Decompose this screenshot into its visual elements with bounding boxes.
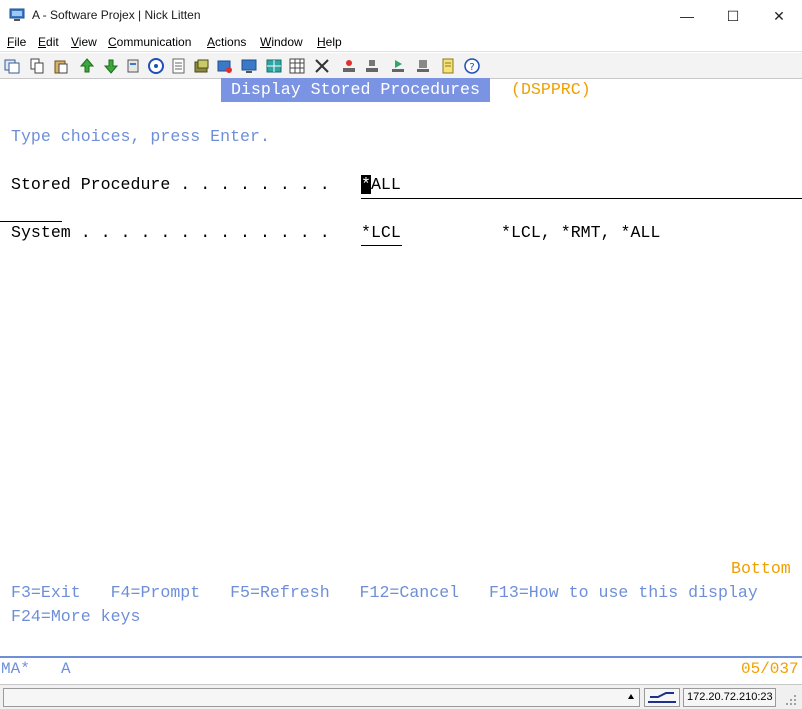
menu-window[interactable]: Window bbox=[260, 35, 303, 49]
menu-edit[interactable]: Edit bbox=[38, 35, 59, 49]
stop-icon[interactable] bbox=[314, 58, 330, 74]
window-title-bar: A - Software Projex | Nick Litten — ☐ ✕ bbox=[0, 0, 802, 32]
menu-view[interactable]: View bbox=[71, 35, 97, 49]
text-cursor: * bbox=[361, 175, 371, 194]
stored-procedure-underline bbox=[361, 198, 802, 199]
record-icon[interactable] bbox=[217, 58, 233, 74]
stored-procedure-continuation-underline bbox=[0, 221, 62, 222]
terminal-screen[interactable]: Display Stored Procedures (DSPPRC) Type … bbox=[0, 78, 802, 656]
info-icon[interactable]: ? bbox=[464, 58, 480, 74]
more-indicator: Bottom bbox=[731, 559, 791, 578]
close-icon: ✕ bbox=[773, 7, 785, 24]
menu-help[interactable]: Help bbox=[317, 35, 342, 49]
minimize-icon: — bbox=[680, 8, 694, 24]
macro-icon[interactable] bbox=[194, 58, 210, 74]
copy-screen-icon[interactable] bbox=[4, 58, 20, 74]
help-circle-icon[interactable] bbox=[148, 58, 164, 74]
display-icon[interactable] bbox=[241, 58, 257, 74]
step-icon[interactable] bbox=[390, 58, 406, 74]
notepad-icon[interactable] bbox=[440, 58, 456, 74]
tools-icon[interactable] bbox=[289, 58, 305, 74]
paste-icon[interactable] bbox=[53, 58, 69, 74]
panel-title: Display Stored Procedures bbox=[221, 78, 490, 102]
receive-file-icon[interactable] bbox=[103, 58, 119, 74]
stored-procedure-label: Stored Procedure . . . . . . . . bbox=[11, 175, 330, 194]
close-button[interactable]: ✕ bbox=[756, 0, 802, 32]
status-bar: 172.20.72.210:23 bbox=[0, 684, 802, 709]
session-letter: A bbox=[61, 660, 71, 678]
operator-information-area: MA* A 05/037 bbox=[0, 656, 802, 682]
caret-up-icon[interactable] bbox=[627, 693, 635, 701]
send-file-icon[interactable] bbox=[79, 58, 95, 74]
session-indicator: MA* bbox=[1, 660, 30, 678]
minimize-button[interactable]: — bbox=[664, 0, 710, 32]
play-icon[interactable] bbox=[341, 58, 357, 74]
status-message-area bbox=[3, 688, 640, 707]
quick-edit-icon[interactable] bbox=[415, 58, 431, 74]
run-icon[interactable] bbox=[364, 58, 380, 74]
print-icon[interactable] bbox=[125, 58, 141, 74]
stored-procedure-input[interactable]: *ALL bbox=[361, 175, 401, 195]
system-underline bbox=[361, 245, 402, 246]
menu-file[interactable]: File bbox=[7, 35, 26, 49]
connection-icon bbox=[648, 692, 676, 703]
maximize-button[interactable]: ☐ bbox=[710, 0, 756, 32]
host-address: 172.20.72.210:23 bbox=[683, 688, 776, 707]
function-keys-line-2: F24=More keys bbox=[11, 607, 141, 626]
copy-icon[interactable] bbox=[29, 58, 45, 74]
svg-text:?: ? bbox=[469, 62, 474, 73]
command-name: (DSPPRC) bbox=[511, 80, 591, 99]
cursor-position: 05/037 bbox=[741, 660, 799, 678]
function-keys-line-1: F3=Exit F4=Prompt F5=Refresh F12=Cancel … bbox=[11, 583, 758, 602]
menu-communication[interactable]: Communication bbox=[108, 35, 191, 49]
system-input[interactable]: *LCL bbox=[361, 223, 401, 243]
toolbar: ? bbox=[0, 53, 802, 79]
connection-status bbox=[644, 688, 680, 707]
system-choices: *LCL, *RMT, *ALL bbox=[501, 223, 661, 242]
resize-grip-icon[interactable] bbox=[783, 692, 797, 706]
window-title: A - Software Projex | Nick Litten bbox=[32, 8, 201, 22]
grid-icon[interactable] bbox=[266, 58, 282, 74]
menu-actions[interactable]: Actions bbox=[207, 35, 246, 49]
notes-icon[interactable] bbox=[171, 58, 187, 74]
instruction-text: Type choices, press Enter. bbox=[11, 127, 270, 146]
maximize-icon: ☐ bbox=[726, 7, 740, 24]
system-label: System . . . . . . . . . . . . . bbox=[11, 223, 330, 242]
menu-bar: File Edit View Communication Actions Win… bbox=[0, 32, 802, 52]
terminal-app-icon bbox=[9, 8, 25, 21]
